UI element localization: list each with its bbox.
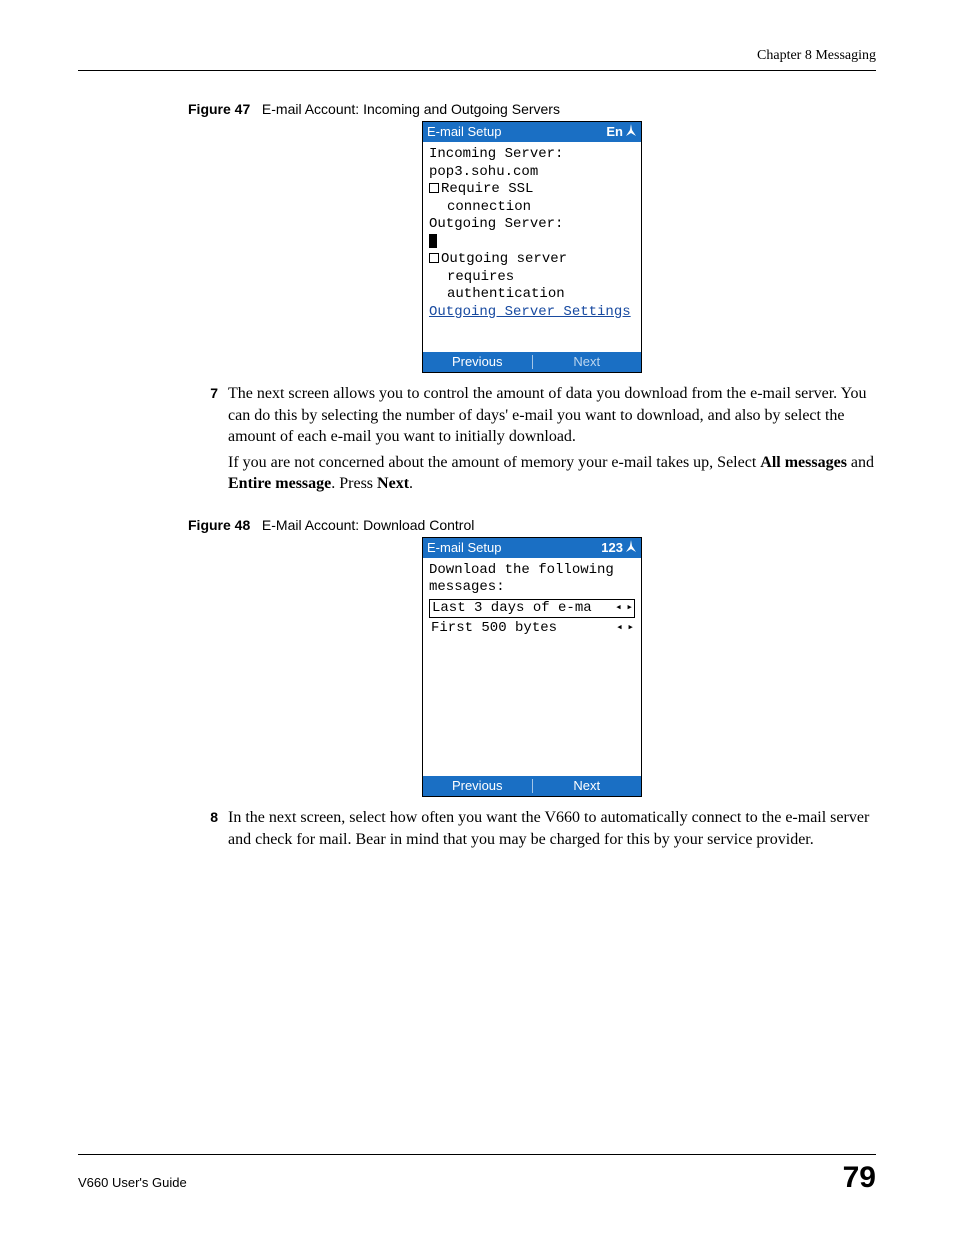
phone-title: E-mail Setup xyxy=(427,540,501,556)
outgoing-server-label: Outgoing Server: xyxy=(429,216,635,234)
signal-icon xyxy=(625,540,637,556)
days-selector-value: Last 3 days of e-ma xyxy=(432,600,592,618)
footer-page-number: 79 xyxy=(843,1161,876,1195)
incoming-server-value: pop3.sohu.com xyxy=(429,164,635,182)
phone-titlebar: E-mail Setup 123 xyxy=(423,538,641,558)
page-header: Chapter 8 Messaging xyxy=(78,48,876,71)
outgoing-auth-row[interactable]: Outgoing server xyxy=(429,251,635,269)
input-mode-indicator: En xyxy=(606,124,623,140)
require-ssl-checkbox[interactable] xyxy=(429,183,439,193)
size-selector-value: First 500 bytes xyxy=(431,620,557,638)
outgoing-server-settings-link[interactable]: Outgoing Server Settings xyxy=(429,304,631,320)
step-8-number: 8 xyxy=(188,807,228,854)
download-prompt-line1: Download the following xyxy=(429,562,635,580)
page-footer: V660 User's Guide 79 xyxy=(78,1154,876,1195)
outgoing-auth-line1: Outgoing server xyxy=(441,251,567,267)
size-selector[interactable]: First 500 bytes ◂ ▸ xyxy=(429,620,635,638)
outgoing-auth-line3: authentication xyxy=(429,286,635,304)
footer-guide-name: V660 User's Guide xyxy=(78,1175,187,1190)
outgoing-auth-line2: requires xyxy=(429,269,635,287)
phone-title: E-mail Setup xyxy=(427,124,501,140)
next-softkey[interactable]: Next xyxy=(533,354,642,370)
signal-icon xyxy=(625,124,637,140)
step-8: 8 In the next screen, select how often y… xyxy=(188,807,876,854)
figure-48-caption: Figure 48 E-Mail Account: Download Contr… xyxy=(188,517,876,533)
phone-screenshot-servers: E-mail Setup En Incoming Server: pop3.so… xyxy=(422,121,642,373)
step-8-para-1: In the next screen, select how often you… xyxy=(228,807,876,850)
previous-softkey[interactable]: Previous xyxy=(423,354,532,370)
figure-47-label: Figure 47 xyxy=(188,101,250,117)
step-7-para-1: The next screen allows you to control th… xyxy=(228,383,876,448)
phone-screenshot-download: E-mail Setup 123 Download the following … xyxy=(422,537,642,797)
next-softkey[interactable]: Next xyxy=(533,778,642,794)
left-right-arrows-icon: ◂ ▸ xyxy=(616,622,633,636)
require-ssl-label: Require SSL xyxy=(441,181,533,197)
figure-47-caption: Figure 47 E-mail Account: Incoming and O… xyxy=(188,101,876,117)
step-7: 7 The next screen allows you to control … xyxy=(188,383,876,499)
phone-titlebar: E-mail Setup En xyxy=(423,122,641,142)
figure-47-text: E-mail Account: Incoming and Outgoing Se… xyxy=(262,101,560,117)
text-cursor xyxy=(429,234,437,248)
left-right-arrows-icon: ◂ ▸ xyxy=(615,602,632,616)
connection-label: connection xyxy=(429,199,635,217)
figure-48-label: Figure 48 xyxy=(188,517,250,533)
phone-footer: Previous Next xyxy=(423,352,641,372)
previous-softkey[interactable]: Previous xyxy=(423,778,532,794)
phone-footer: Previous Next xyxy=(423,776,641,796)
days-selector[interactable]: Last 3 days of e-ma ◂ ▸ xyxy=(429,599,635,619)
step-7-number: 7 xyxy=(188,383,228,499)
step-7-para-2: If you are not concerned about the amoun… xyxy=(228,452,876,495)
download-prompt-line2: messages: xyxy=(429,579,635,597)
incoming-server-label: Incoming Server: xyxy=(429,146,635,164)
require-ssl-row[interactable]: Require SSL xyxy=(429,181,635,199)
input-mode-indicator: 123 xyxy=(601,540,623,556)
figure-48-text: E-Mail Account: Download Control xyxy=(262,517,474,533)
outgoing-auth-checkbox[interactable] xyxy=(429,253,439,263)
outgoing-server-input[interactable] xyxy=(429,234,635,252)
chapter-label: Chapter 8 Messaging xyxy=(757,48,876,63)
